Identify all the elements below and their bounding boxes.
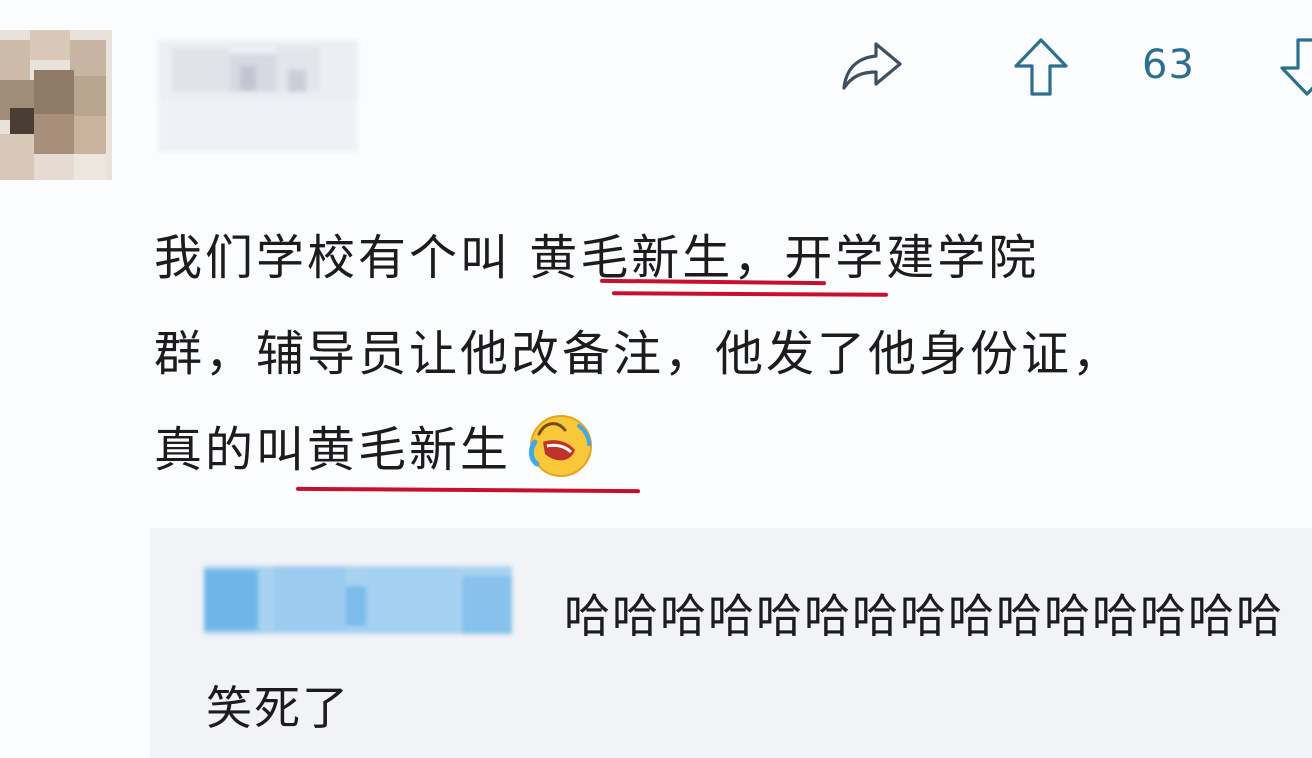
- avatar[interactable]: [0, 30, 112, 180]
- vote-count: 63: [1142, 42, 1195, 88]
- comment-body: 我们学校有个叫 黄毛新生，开学建学院 群，辅导员让他改备注，他发了他身份证， 真…: [154, 210, 1304, 498]
- downvote-arrow-icon[interactable]: [1278, 36, 1312, 98]
- comment-line-2: 群，辅导员让他改备注，他发了他身份证，: [154, 326, 1124, 382]
- comment-screenshot: 63 我们学校有个叫 黄毛新生，开学建学院 群，辅导员让他改备注，他发了他身份证…: [0, 0, 1312, 758]
- username-redacted[interactable]: [158, 40, 358, 152]
- reply-text: 哈哈哈哈哈哈哈哈哈哈哈哈哈哈哈笑死了: [206, 589, 1284, 735]
- laughing-tears-emoji-icon: [528, 415, 593, 477]
- comment-line-3-text: 真的叫黄毛新生: [154, 422, 512, 478]
- share-arrow-icon[interactable]: [840, 38, 904, 94]
- upvote-arrow-icon[interactable]: [1012, 36, 1070, 98]
- comment-line-3: 真的叫黄毛新生: [154, 402, 1304, 498]
